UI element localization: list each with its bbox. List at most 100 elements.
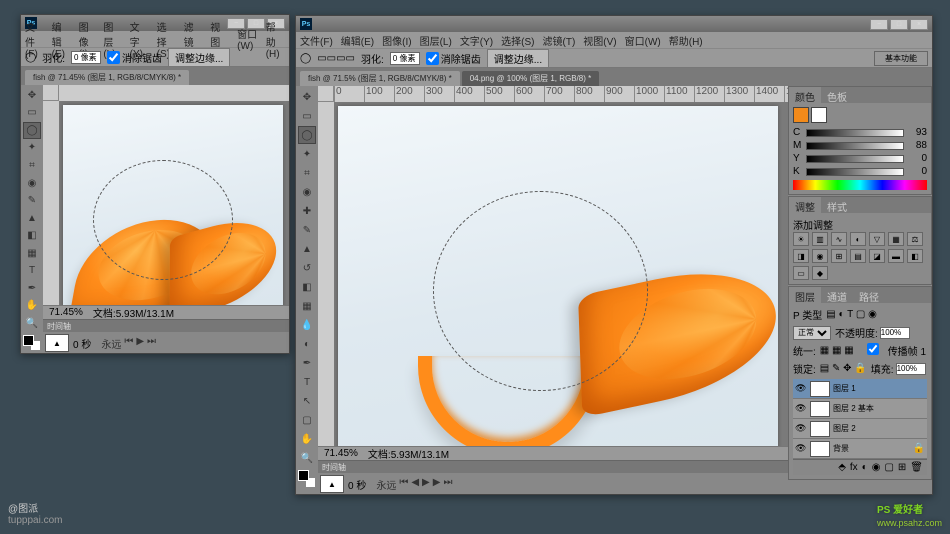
play-icon[interactable]: ▶ [136, 336, 144, 351]
loop-label[interactable]: 永远 [101, 336, 121, 351]
frame-thumbnail[interactable]: ▲ [320, 475, 344, 493]
rewind-icon[interactable]: ⏮ [124, 336, 133, 351]
propagate-checkbox[interactable] [858, 343, 888, 355]
move-tool[interactable]: ✥ [298, 88, 316, 106]
exposure-icon[interactable]: ◐ [850, 232, 866, 246]
titlebar[interactable]: Ps − □ × [296, 16, 932, 32]
document-tab-1[interactable]: fish @ 71.5% (图层 1, RGB/8/CMYK/8) * [300, 71, 460, 86]
feather-input[interactable] [71, 51, 101, 64]
threshold-icon[interactable]: ◧ [907, 249, 923, 263]
visibility-icon[interactable]: 👁 [795, 423, 807, 434]
refine-edge-button[interactable]: 调整边缘... [168, 48, 230, 67]
mask-icon[interactable]: ◐ [862, 462, 868, 473]
bw-icon[interactable]: ◨ [793, 249, 809, 263]
layer-row[interactable]: 👁图层 2 [793, 419, 927, 439]
brush-tool[interactable]: ✎ [23, 192, 41, 209]
rewind-icon[interactable]: ⏮ [399, 477, 408, 492]
visibility-icon[interactable]: 👁 [795, 383, 807, 394]
timeline-tab[interactable]: 时间轴 [318, 461, 788, 473]
antialias-checkbox[interactable] [107, 51, 120, 64]
lasso-tool[interactable]: ◯ [298, 126, 316, 144]
hue-icon[interactable]: ▦ [888, 232, 904, 246]
crop-tool[interactable]: ⌗ [298, 164, 316, 182]
group-icon[interactable]: ▢ [884, 462, 893, 473]
feather-input[interactable] [390, 52, 420, 65]
brightness-icon[interactable]: ☀ [793, 232, 809, 246]
color-tab[interactable]: 颜色 [789, 87, 821, 103]
fill-input[interactable] [896, 363, 926, 375]
next-icon[interactable]: ▶ [433, 477, 441, 492]
photo-filter-icon[interactable]: ◉ [812, 249, 828, 263]
canvas[interactable] [338, 106, 778, 486]
zoom-level[interactable]: 71.45% [49, 307, 83, 318]
layer-row[interactable]: 👁图层 2 基本 [793, 399, 927, 419]
adjustment-icon[interactable]: ◉ [872, 462, 881, 473]
frame-thumbnail[interactable]: ▲ [45, 334, 69, 352]
prev-icon[interactable]: ◀ [411, 477, 419, 492]
lasso-tool[interactable]: ◯ [23, 122, 41, 139]
wand-tool[interactable]: ✦ [298, 145, 316, 163]
curves-icon[interactable]: ∿ [831, 232, 847, 246]
timeline-tab[interactable]: 时间轴 [43, 320, 289, 332]
wand-tool[interactable]: ✦ [23, 140, 41, 157]
eraser-tool[interactable]: ◧ [23, 227, 41, 244]
layer-thumbnail[interactable] [810, 401, 830, 417]
gradient-tool[interactable]: ▦ [298, 297, 316, 315]
invert-icon[interactable]: ◪ [869, 249, 885, 263]
type-tool[interactable]: T [298, 373, 316, 391]
healing-tool[interactable]: ✚ [298, 202, 316, 220]
vibrance-icon[interactable]: ▽ [869, 232, 885, 246]
visibility-icon[interactable]: 👁 [795, 403, 807, 414]
brush-tool[interactable]: ✎ [298, 221, 316, 239]
move-tool[interactable]: ✥ [23, 87, 41, 104]
marquee-tool[interactable]: ▭ [23, 105, 41, 122]
layer-thumbnail[interactable] [810, 441, 830, 457]
background-color[interactable] [811, 107, 827, 123]
antialias-checkbox[interactable] [426, 52, 439, 65]
refine-edge-button[interactable]: 调整边缘... [487, 49, 549, 68]
document-tab-2[interactable]: 04.png @ 100% (图层 1, RGB/8) * [462, 71, 600, 86]
spectrum-bar[interactable] [793, 180, 927, 190]
menu-view[interactable]: 视图(V) [583, 33, 616, 48]
hand-tool[interactable]: ✋ [298, 430, 316, 448]
minimize-button[interactable]: − [870, 19, 888, 30]
type-tool[interactable]: T [23, 262, 41, 279]
zoom-level[interactable]: 71.45% [324, 448, 358, 459]
zoom-tool[interactable]: 🔍 [298, 449, 316, 467]
frame-delay[interactable]: 0 秒 [73, 336, 91, 351]
hand-tool[interactable]: ✋ [23, 298, 41, 315]
shape-tool[interactable]: ▢ [298, 411, 316, 429]
zoom-tool[interactable]: 🔍 [23, 315, 41, 332]
close-button[interactable]: × [910, 19, 928, 30]
layer-row[interactable]: 👁背景🔒 [793, 439, 927, 459]
eraser-tool[interactable]: ◧ [298, 278, 316, 296]
layer-row[interactable]: 👁图层 1 [793, 379, 927, 399]
menu-select[interactable]: 选择(S) [501, 33, 534, 48]
swatches-tab[interactable]: 色板 [821, 87, 853, 103]
loop-label[interactable]: 永远 [376, 477, 396, 492]
color-swatch[interactable] [298, 470, 316, 488]
selective-color-icon[interactable]: ◆ [812, 266, 828, 280]
workspace-button[interactable]: 基本功能 [874, 51, 928, 66]
styles-tab[interactable]: 样式 [821, 197, 853, 213]
play-icon[interactable]: ▶ [422, 477, 430, 492]
balance-icon[interactable]: ⚖ [907, 232, 923, 246]
eyedropper-tool[interactable]: ◉ [298, 183, 316, 201]
document-tab[interactable]: fish @ 71.45% (图层 1, RGB/8/CMYK/8) * [25, 70, 189, 85]
opacity-input[interactable] [880, 327, 910, 339]
c-slider[interactable] [806, 129, 904, 137]
stamp-tool[interactable]: ▲ [298, 240, 316, 258]
menu-edit[interactable]: 编辑(E) [341, 33, 374, 48]
paths-tab[interactable]: 路径 [853, 287, 885, 303]
blend-mode-select[interactable]: 正常 [793, 326, 831, 340]
blur-tool[interactable]: 💧 [298, 316, 316, 334]
gradient-map-icon[interactable]: ▭ [793, 266, 809, 280]
foreground-color[interactable] [793, 107, 809, 123]
gradient-tool[interactable]: ▦ [23, 245, 41, 262]
menu-filter[interactable]: 滤镜(T) [543, 33, 576, 48]
lookup-icon[interactable]: ▤ [850, 249, 866, 263]
m-slider[interactable] [806, 142, 904, 150]
new-layer-icon[interactable]: ⊞ [898, 462, 906, 473]
posterize-icon[interactable]: ▬ [888, 249, 904, 263]
stamp-tool[interactable]: ▲ [23, 210, 41, 227]
